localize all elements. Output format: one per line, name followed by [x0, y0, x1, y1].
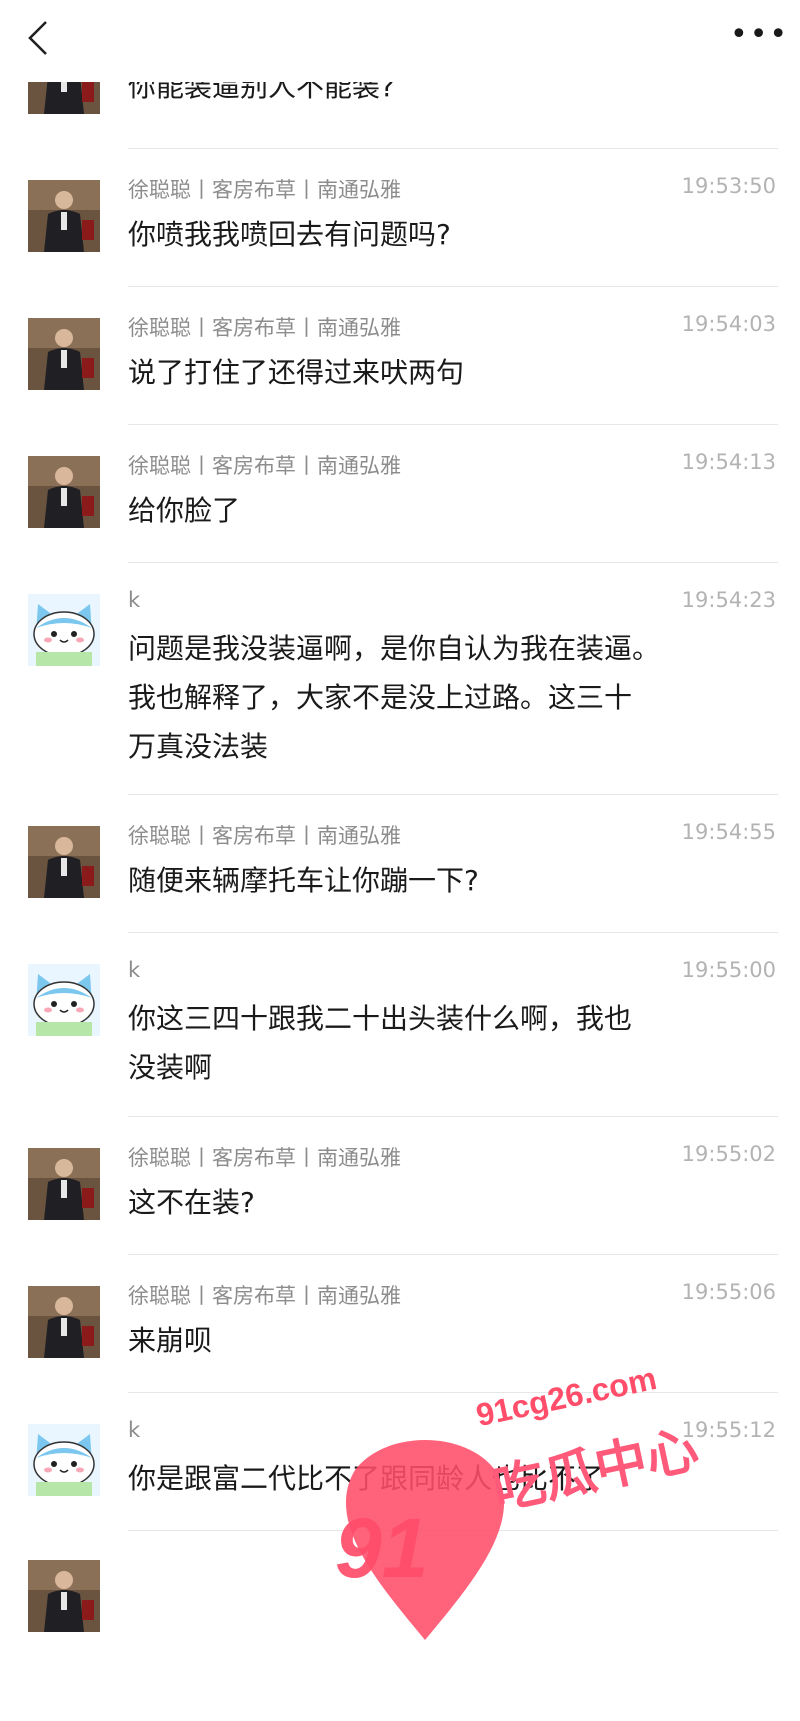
message-line: 给你脸了 [128, 494, 241, 527]
message-text: 给你脸了 [128, 486, 778, 535]
message-divider [128, 1116, 778, 1117]
message-timestamp: 19:55:00 [681, 958, 776, 982]
message-timestamp: 19:55:06 [681, 1280, 776, 1304]
message-line: 这不在装? [128, 1186, 255, 1219]
message-timestamp: 19:55:02 [681, 1142, 776, 1166]
message-line: 你喷我我喷回去有问题吗? [128, 218, 451, 251]
message-text: 来崩呗 [128, 1316, 778, 1365]
watermark-number: 91 [335, 1501, 429, 1595]
message-line: 没装啊 [128, 1051, 213, 1084]
avatar[interactable] [28, 1148, 100, 1220]
watermark: 91 91cg26.com 吃瓜中心 [325, 1360, 785, 1721]
sender-name: k [128, 958, 141, 982]
sender-name: 徐聪聪丨客房布草丨南通弘雅 [128, 824, 401, 848]
avatar[interactable] [28, 456, 100, 528]
avatar[interactable] [28, 1424, 100, 1496]
message-timestamp: 19:54:23 [681, 588, 776, 612]
back-button[interactable] [22, 16, 62, 60]
sender-name: 徐聪聪丨客房布草丨南通弘雅 [128, 316, 401, 340]
message-timestamp: 19:54:13 [681, 450, 776, 474]
sender-name: 徐聪聪丨客房布草丨南通弘雅 [128, 1284, 401, 1308]
message-text: 你这三四十跟我二十出头装什么啊，我也 没装啊 [128, 994, 778, 1092]
avatar[interactable] [28, 826, 100, 898]
sender-name: k [128, 588, 141, 612]
avatar[interactable] [28, 1560, 100, 1721]
sender-name: k [128, 1418, 141, 1442]
avatar[interactable] [28, 318, 100, 390]
sender-name: 徐聪聪丨客房布草丨南通弘雅 [128, 1146, 401, 1170]
message-timestamp: 19:54:55 [681, 820, 776, 844]
message-text: 这不在装? [128, 1178, 778, 1227]
message-timestamp: 19:53:50 [681, 174, 776, 198]
message-timestamp: 19:54:03 [681, 312, 776, 336]
message-divider [128, 286, 778, 287]
avatar[interactable] [28, 594, 100, 666]
message-line: 你这三四十跟我二十出头装什么啊，我也 [128, 1002, 633, 1035]
message-divider [128, 424, 778, 425]
message-divider [128, 794, 778, 795]
message-line: 来崩呗 [128, 1324, 213, 1357]
sender-name: 徐聪聪丨客房布草丨南通弘雅 [128, 454, 401, 478]
avatar[interactable] [28, 1286, 100, 1358]
message-line: 我也解释了，大家不是没上过路。这三十 [128, 681, 633, 714]
avatar[interactable] [28, 964, 100, 1036]
message-divider [128, 148, 778, 149]
message-text: 随便来辆摩托车让你蹦一下? [128, 856, 778, 905]
message-line: 问题是我没装逼啊，是你自认为我在装逼。 [128, 632, 661, 665]
message-text: 说了打住了还得过来吠两句 [128, 348, 778, 397]
sender-name: 徐聪聪丨客房布草丨南通弘雅 [128, 178, 401, 202]
more-options-button[interactable]: ••• [730, 20, 787, 50]
chevron-left-icon [28, 21, 47, 55]
message-line: 万真没法装 [128, 730, 269, 763]
message-line: 随便来辆摩托车让你蹦一下? [128, 864, 479, 897]
avatar[interactable] [28, 180, 100, 252]
message-divider [128, 932, 778, 933]
message-text: 问题是我没装逼啊，是你自认为我在装逼。 我也解释了，大家不是没上过路。这三十 万真没… [128, 624, 778, 771]
message-divider [128, 562, 778, 563]
message-text: 你喷我我喷回去有问题吗? [128, 210, 778, 259]
top-bar: ••• [0, 0, 800, 82]
message-line: 说了打住了还得过来吠两句 [128, 356, 465, 389]
message-divider [128, 1254, 778, 1255]
